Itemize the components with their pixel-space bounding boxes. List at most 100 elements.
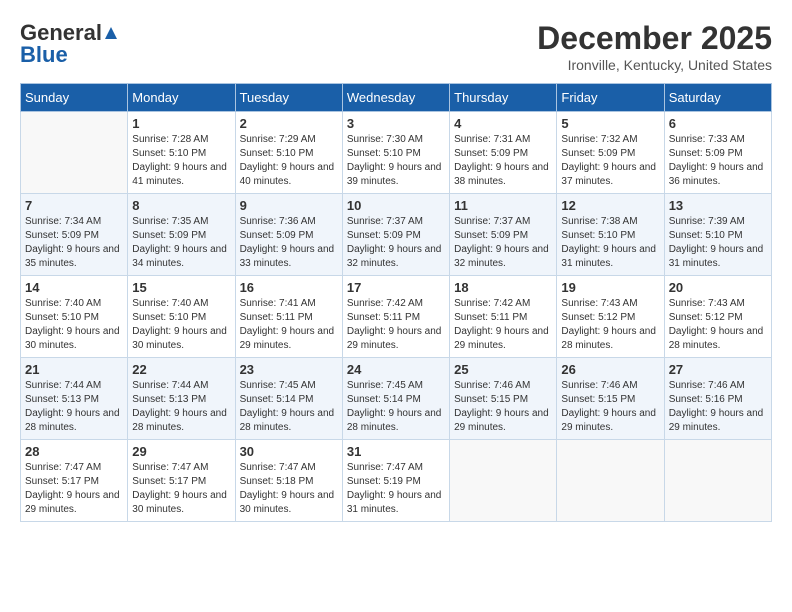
- logo: General Blue: [20, 20, 120, 68]
- day-info: Sunrise: 7:28 AMSunset: 5:10 PMDaylight:…: [132, 134, 227, 187]
- calendar-cell: 15 Sunrise: 7:40 AMSunset: 5:10 PMDaylig…: [128, 276, 235, 358]
- day-number: 13: [669, 198, 767, 213]
- day-number: 19: [561, 280, 659, 295]
- header-monday: Monday: [128, 84, 235, 112]
- day-info: Sunrise: 7:43 AMSunset: 5:12 PMDaylight:…: [561, 298, 656, 351]
- day-number: 15: [132, 280, 230, 295]
- calendar-cell: 29 Sunrise: 7:47 AMSunset: 5:17 PMDaylig…: [128, 440, 235, 522]
- day-info: Sunrise: 7:45 AMSunset: 5:14 PMDaylight:…: [347, 380, 442, 433]
- page-title: December 2025: [537, 20, 772, 57]
- day-number: 6: [669, 116, 767, 131]
- day-number: 28: [25, 444, 123, 459]
- day-number: 21: [25, 362, 123, 377]
- day-info: Sunrise: 7:37 AMSunset: 5:09 PMDaylight:…: [454, 216, 549, 269]
- day-number: 30: [240, 444, 338, 459]
- header-tuesday: Tuesday: [235, 84, 342, 112]
- day-number: 20: [669, 280, 767, 295]
- day-info: Sunrise: 7:43 AMSunset: 5:12 PMDaylight:…: [669, 298, 764, 351]
- page-subtitle: Ironville, Kentucky, United States: [537, 57, 772, 73]
- header-wednesday: Wednesday: [342, 84, 449, 112]
- day-number: 8: [132, 198, 230, 213]
- logo-blue-text: Blue: [20, 42, 68, 68]
- calendar-cell: 7 Sunrise: 7:34 AMSunset: 5:09 PMDayligh…: [21, 194, 128, 276]
- calendar-cell: 13 Sunrise: 7:39 AMSunset: 5:10 PMDaylig…: [664, 194, 771, 276]
- day-number: 11: [454, 198, 552, 213]
- calendar-cell: 5 Sunrise: 7:32 AMSunset: 5:09 PMDayligh…: [557, 112, 664, 194]
- day-info: Sunrise: 7:47 AMSunset: 5:17 PMDaylight:…: [25, 462, 120, 515]
- calendar-week-row: 1 Sunrise: 7:28 AMSunset: 5:10 PMDayligh…: [21, 112, 772, 194]
- day-number: 9: [240, 198, 338, 213]
- day-info: Sunrise: 7:29 AMSunset: 5:10 PMDaylight:…: [240, 134, 335, 187]
- day-info: Sunrise: 7:44 AMSunset: 5:13 PMDaylight:…: [132, 380, 227, 433]
- calendar-cell: 3 Sunrise: 7:30 AMSunset: 5:10 PMDayligh…: [342, 112, 449, 194]
- calendar-week-row: 28 Sunrise: 7:47 AMSunset: 5:17 PMDaylig…: [21, 440, 772, 522]
- day-number: 10: [347, 198, 445, 213]
- calendar-cell: 1 Sunrise: 7:28 AMSunset: 5:10 PMDayligh…: [128, 112, 235, 194]
- calendar-week-row: 7 Sunrise: 7:34 AMSunset: 5:09 PMDayligh…: [21, 194, 772, 276]
- day-info: Sunrise: 7:47 AMSunset: 5:17 PMDaylight:…: [132, 462, 227, 515]
- calendar-cell: [21, 112, 128, 194]
- day-info: Sunrise: 7:46 AMSunset: 5:15 PMDaylight:…: [454, 380, 549, 433]
- calendar-cell: 23 Sunrise: 7:45 AMSunset: 5:14 PMDaylig…: [235, 358, 342, 440]
- calendar-cell: 31 Sunrise: 7:47 AMSunset: 5:19 PMDaylig…: [342, 440, 449, 522]
- calendar-week-row: 21 Sunrise: 7:44 AMSunset: 5:13 PMDaylig…: [21, 358, 772, 440]
- day-info: Sunrise: 7:33 AMSunset: 5:09 PMDaylight:…: [669, 134, 764, 187]
- calendar-cell: 2 Sunrise: 7:29 AMSunset: 5:10 PMDayligh…: [235, 112, 342, 194]
- day-number: 3: [347, 116, 445, 131]
- day-number: 1: [132, 116, 230, 131]
- calendar-cell: 9 Sunrise: 7:36 AMSunset: 5:09 PMDayligh…: [235, 194, 342, 276]
- day-info: Sunrise: 7:40 AMSunset: 5:10 PMDaylight:…: [25, 298, 120, 351]
- calendar-week-row: 14 Sunrise: 7:40 AMSunset: 5:10 PMDaylig…: [21, 276, 772, 358]
- calendar-cell: 17 Sunrise: 7:42 AMSunset: 5:11 PMDaylig…: [342, 276, 449, 358]
- calendar-cell: 14 Sunrise: 7:40 AMSunset: 5:10 PMDaylig…: [21, 276, 128, 358]
- day-info: Sunrise: 7:42 AMSunset: 5:11 PMDaylight:…: [347, 298, 442, 351]
- day-info: Sunrise: 7:46 AMSunset: 5:16 PMDaylight:…: [669, 380, 764, 433]
- calendar-table: SundayMondayTuesdayWednesdayThursdayFrid…: [20, 83, 772, 522]
- day-number: 31: [347, 444, 445, 459]
- calendar-cell: [557, 440, 664, 522]
- day-info: Sunrise: 7:34 AMSunset: 5:09 PMDaylight:…: [25, 216, 120, 269]
- day-number: 5: [561, 116, 659, 131]
- day-info: Sunrise: 7:37 AMSunset: 5:09 PMDaylight:…: [347, 216, 442, 269]
- day-info: Sunrise: 7:39 AMSunset: 5:10 PMDaylight:…: [669, 216, 764, 269]
- day-info: Sunrise: 7:45 AMSunset: 5:14 PMDaylight:…: [240, 380, 335, 433]
- day-number: 18: [454, 280, 552, 295]
- header-saturday: Saturday: [664, 84, 771, 112]
- day-info: Sunrise: 7:47 AMSunset: 5:19 PMDaylight:…: [347, 462, 442, 515]
- calendar-cell: 21 Sunrise: 7:44 AMSunset: 5:13 PMDaylig…: [21, 358, 128, 440]
- calendar-cell: 6 Sunrise: 7:33 AMSunset: 5:09 PMDayligh…: [664, 112, 771, 194]
- calendar-cell: 8 Sunrise: 7:35 AMSunset: 5:09 PMDayligh…: [128, 194, 235, 276]
- day-number: 24: [347, 362, 445, 377]
- day-number: 16: [240, 280, 338, 295]
- calendar-header-row: SundayMondayTuesdayWednesdayThursdayFrid…: [21, 84, 772, 112]
- calendar-cell: 28 Sunrise: 7:47 AMSunset: 5:17 PMDaylig…: [21, 440, 128, 522]
- day-info: Sunrise: 7:30 AMSunset: 5:10 PMDaylight:…: [347, 134, 442, 187]
- day-number: 2: [240, 116, 338, 131]
- day-number: 7: [25, 198, 123, 213]
- day-info: Sunrise: 7:31 AMSunset: 5:09 PMDaylight:…: [454, 134, 549, 187]
- day-info: Sunrise: 7:36 AMSunset: 5:09 PMDaylight:…: [240, 216, 335, 269]
- calendar-cell: 18 Sunrise: 7:42 AMSunset: 5:11 PMDaylig…: [450, 276, 557, 358]
- day-info: Sunrise: 7:46 AMSunset: 5:15 PMDaylight:…: [561, 380, 656, 433]
- calendar-cell: 4 Sunrise: 7:31 AMSunset: 5:09 PMDayligh…: [450, 112, 557, 194]
- day-info: Sunrise: 7:47 AMSunset: 5:18 PMDaylight:…: [240, 462, 335, 515]
- title-area: December 2025 Ironville, Kentucky, Unite…: [537, 20, 772, 73]
- day-info: Sunrise: 7:44 AMSunset: 5:13 PMDaylight:…: [25, 380, 120, 433]
- calendar-cell: 16 Sunrise: 7:41 AMSunset: 5:11 PMDaylig…: [235, 276, 342, 358]
- day-number: 23: [240, 362, 338, 377]
- day-info: Sunrise: 7:40 AMSunset: 5:10 PMDaylight:…: [132, 298, 227, 351]
- calendar-cell: 20 Sunrise: 7:43 AMSunset: 5:12 PMDaylig…: [664, 276, 771, 358]
- calendar-cell: 19 Sunrise: 7:43 AMSunset: 5:12 PMDaylig…: [557, 276, 664, 358]
- calendar-cell: 30 Sunrise: 7:47 AMSunset: 5:18 PMDaylig…: [235, 440, 342, 522]
- calendar-cell: 11 Sunrise: 7:37 AMSunset: 5:09 PMDaylig…: [450, 194, 557, 276]
- day-info: Sunrise: 7:32 AMSunset: 5:09 PMDaylight:…: [561, 134, 656, 187]
- day-number: 4: [454, 116, 552, 131]
- header-thursday: Thursday: [450, 84, 557, 112]
- day-number: 29: [132, 444, 230, 459]
- day-info: Sunrise: 7:42 AMSunset: 5:11 PMDaylight:…: [454, 298, 549, 351]
- page-header: General Blue December 2025 Ironville, Ke…: [20, 20, 772, 73]
- calendar-cell: 25 Sunrise: 7:46 AMSunset: 5:15 PMDaylig…: [450, 358, 557, 440]
- header-sunday: Sunday: [21, 84, 128, 112]
- calendar-cell: 27 Sunrise: 7:46 AMSunset: 5:16 PMDaylig…: [664, 358, 771, 440]
- day-number: 14: [25, 280, 123, 295]
